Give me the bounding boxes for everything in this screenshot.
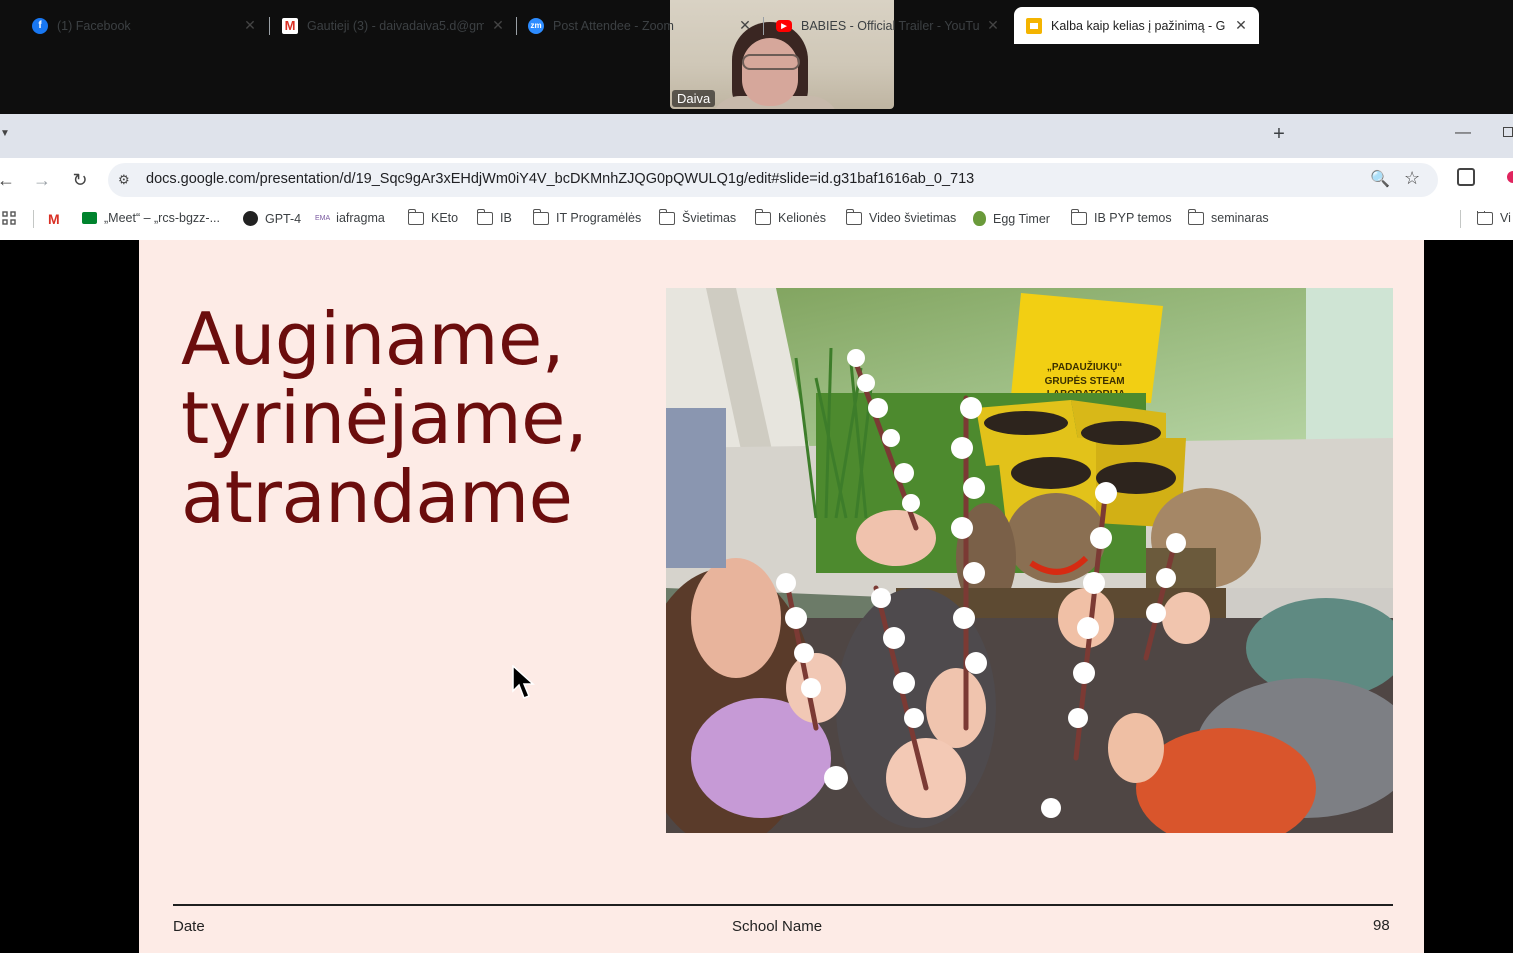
bookmark-separator bbox=[33, 210, 34, 228]
tab-title: BABIES - Official Trailer - YouTu bbox=[801, 18, 979, 33]
bookmark-label: seminaras bbox=[1211, 211, 1269, 225]
gmail-icon: M bbox=[282, 17, 298, 34]
bookmark-folder-svietimas[interactable]: Švietimas bbox=[659, 208, 737, 225]
tab-title: Post Attendee - Zoom bbox=[553, 18, 674, 33]
folder-icon bbox=[659, 208, 675, 225]
bookmark-folder-video[interactable]: Video švietimas bbox=[846, 208, 957, 225]
bookmark-folder-keto[interactable]: KEto bbox=[408, 208, 459, 225]
bookmark-label: „Meet“ – „rcs-bgzz-... bbox=[104, 211, 220, 225]
facebook-icon: f bbox=[32, 17, 48, 34]
folder-icon bbox=[755, 208, 771, 225]
folder-icon bbox=[1071, 208, 1087, 225]
slide-title: Auginame, tyrinėjame, atrandame bbox=[181, 297, 588, 539]
bookmark-folder-it[interactable]: IT Programėlės bbox=[533, 208, 642, 225]
folder-icon bbox=[1477, 211, 1493, 225]
bookmark-label: GPT-4 bbox=[265, 211, 302, 226]
zoom-icon: zm bbox=[528, 17, 544, 34]
bookmark-label: Kelionės bbox=[778, 211, 826, 225]
restore-window-icon[interactable] bbox=[1503, 127, 1513, 137]
close-tab-icon[interactable]: ✕ bbox=[490, 17, 506, 34]
tab-zoom[interactable]: zm Post Attendee - Zoom ✕ bbox=[516, 7, 763, 44]
mouse-cursor-icon bbox=[512, 665, 535, 699]
slide-number: 98 bbox=[1373, 917, 1390, 934]
new-tab-plus-icon[interactable]: + bbox=[1268, 123, 1290, 145]
bookmark-star-icon[interactable]: ☆ bbox=[1404, 168, 1420, 189]
back-arrow-icon[interactable]: ← bbox=[0, 168, 18, 192]
folder-icon bbox=[846, 208, 862, 225]
bookmark-label: Video švietimas bbox=[869, 211, 957, 225]
slide-photo: „PADAUŽIUKŲ“ GRUPĖS STEAM LABORATORIJA bbox=[666, 288, 1393, 833]
tab-google-slides[interactable]: Kalba kaip kelias į pažinimą - G ✕ bbox=[1014, 7, 1259, 44]
folder-icon bbox=[533, 208, 549, 225]
folder-icon bbox=[1188, 208, 1204, 225]
bookmark-meet[interactable]: „Meet“ – „rcs-bgzz-... bbox=[82, 211, 220, 225]
bookmark-folder-keliones[interactable]: Kelionės bbox=[755, 208, 826, 225]
url-text[interactable]: docs.google.com/presentation/d/19_Sqc9gA… bbox=[146, 171, 974, 187]
address-bar[interactable]: ⚙ docs.google.com/presentation/d/19_Sqc9… bbox=[108, 163, 1438, 197]
bookmark-folder-seminaras[interactable]: seminaras bbox=[1188, 208, 1269, 225]
zoom-magnifier-icon[interactable]: 🔍 bbox=[1370, 169, 1390, 189]
egg-timer-icon bbox=[973, 211, 986, 226]
bookmark-label: Egg Timer bbox=[993, 211, 1050, 226]
bookmark-folder-ib-pyp[interactable]: IB PYP temos bbox=[1071, 208, 1172, 225]
close-tab-icon[interactable]: ✕ bbox=[737, 17, 753, 34]
screen: Daiva ▼ f (1) Facebook ✕ M Gautieji (3) … bbox=[0, 0, 1513, 953]
bookmark-label: iafragma bbox=[336, 211, 385, 225]
site-icon: EMA bbox=[315, 214, 331, 222]
tab-title: Gautieji (3) - daivadaiva5.d@gm bbox=[307, 18, 484, 33]
gmail-icon: M bbox=[48, 211, 60, 227]
apps-grid-icon[interactable] bbox=[2, 211, 16, 225]
bookmark-gmail[interactable]: M bbox=[48, 211, 60, 227]
bookmark-iafragma[interactable]: EMA iafragma bbox=[315, 211, 385, 225]
extensions-icon[interactable] bbox=[1457, 168, 1475, 186]
tab-search-chevron-icon[interactable]: ▼ bbox=[0, 128, 10, 139]
bookmark-label: IT Programėlės bbox=[556, 211, 642, 225]
tab-gmail[interactable]: M Gautieji (3) - daivadaiva5.d@gm ✕ bbox=[270, 7, 516, 44]
openai-icon bbox=[243, 211, 258, 226]
slide[interactable]: Auginame, tyrinėjame, atrandame „PADAUŽI… bbox=[139, 240, 1424, 953]
site-settings-icon[interactable]: ⚙ bbox=[118, 172, 130, 188]
participant-name: Daiva bbox=[672, 90, 716, 107]
folder-icon bbox=[477, 208, 493, 225]
tab-youtube[interactable]: ▶ BABIES - Official Trailer - YouTu ✕ bbox=[764, 7, 1011, 44]
participant-face bbox=[742, 38, 798, 106]
profile-avatar[interactable] bbox=[1507, 171, 1513, 183]
bookmark-folder-vi[interactable]: Vi bbox=[1477, 211, 1513, 225]
bookmark-label: IB PYP temos bbox=[1094, 211, 1172, 225]
bookmark-folder-ib[interactable]: IB bbox=[477, 208, 512, 225]
folder-icon bbox=[408, 208, 424, 225]
meet-icon bbox=[82, 212, 97, 224]
footer-school-name: School Name bbox=[732, 918, 823, 935]
bookmark-label: Švietimas bbox=[682, 211, 737, 225]
bookmark-egg-timer[interactable]: Egg Timer bbox=[973, 211, 1050, 226]
browser-toolbar: ← → ↻ ⚙ docs.google.com/presentation/d/1… bbox=[0, 158, 1513, 202]
close-tab-icon[interactable]: ✕ bbox=[985, 17, 1001, 34]
tab-title: Kalba kaip kelias į pažinimą - G bbox=[1051, 18, 1226, 33]
footer-divider bbox=[173, 904, 1393, 906]
participant-glasses bbox=[742, 54, 800, 70]
close-tab-icon[interactable]: ✕ bbox=[1233, 17, 1249, 34]
forward-arrow-icon[interactable]: → bbox=[30, 168, 54, 192]
reload-icon[interactable]: ↻ bbox=[68, 168, 92, 192]
bookmark-label: Vi bbox=[1500, 211, 1511, 225]
bookmark-label: IB bbox=[500, 211, 512, 225]
bookmark-gpt4[interactable]: GPT-4 bbox=[243, 211, 301, 226]
tab-facebook[interactable]: f (1) Facebook ✕ bbox=[20, 7, 268, 44]
tab-title: (1) Facebook bbox=[57, 18, 131, 33]
minimize-icon[interactable]: — bbox=[1455, 124, 1471, 142]
bookmark-separator bbox=[1460, 210, 1461, 228]
slides-icon bbox=[1026, 17, 1042, 34]
bookmark-label: KEto bbox=[431, 211, 459, 225]
youtube-icon: ▶ bbox=[776, 19, 792, 32]
close-tab-icon[interactable]: ✕ bbox=[242, 17, 258, 34]
footer-date: Date bbox=[173, 918, 205, 935]
